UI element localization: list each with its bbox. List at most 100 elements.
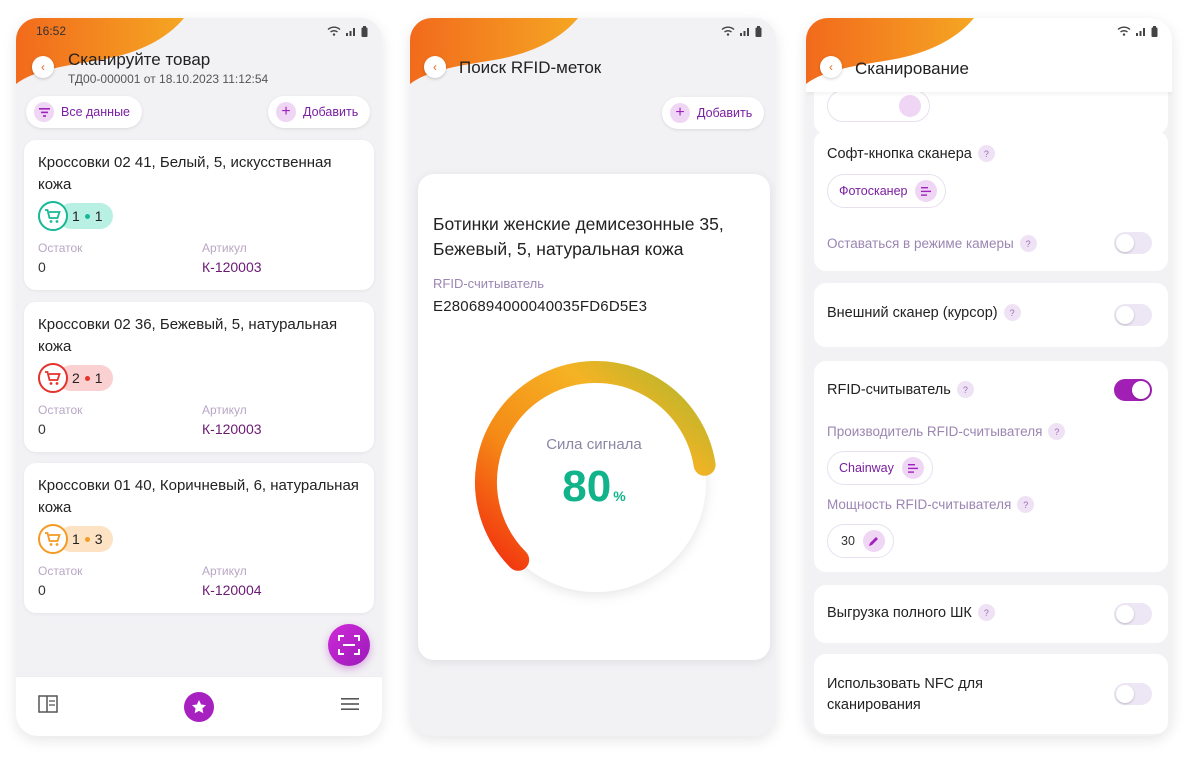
- partial-chip[interactable]: [827, 90, 930, 122]
- nfc-label: Использовать NFC для сканирования: [827, 676, 983, 713]
- battery-icon: [361, 25, 368, 37]
- list-icon: [901, 457, 924, 479]
- stock-value: 0: [38, 421, 46, 437]
- help-icon[interactable]: ?: [1017, 496, 1035, 513]
- scan-fab-button[interactable]: [328, 624, 370, 666]
- status-bar: [410, 18, 776, 44]
- power-editor[interactable]: 30: [827, 524, 894, 558]
- back-button[interactable]: ‹: [820, 56, 842, 78]
- rfid-reader-label: RFID-считыватель: [827, 381, 951, 398]
- manufacturer-value: Chainway: [839, 461, 894, 475]
- help-icon[interactable]: ?: [1003, 304, 1021, 321]
- quantity-badge: 2 1: [38, 363, 113, 393]
- rfid-search-screen: ‹ Поиск RFID-меток + Добавить Ботинки же…: [410, 18, 776, 736]
- signal-icon: [346, 28, 355, 36]
- soft-button-selector[interactable]: Фотосканер: [827, 174, 947, 208]
- page-title: Сканирование: [855, 59, 969, 78]
- battery-icon: [1151, 25, 1158, 37]
- signal-icon: [1136, 28, 1145, 36]
- full-barcode-label: Выгрузка полного ШК: [827, 604, 972, 621]
- scanned-count: 2: [72, 370, 80, 386]
- signal-unit: %: [613, 488, 626, 504]
- nfc-toggle[interactable]: [1114, 683, 1152, 705]
- product-name: Кроссовки 02 36, Бежевый, 5, натуральная…: [38, 316, 338, 355]
- full-barcode-card: Выгрузка полного ШК ?: [814, 585, 1168, 643]
- page-title: Сканируйте товар: [68, 50, 211, 69]
- help-icon[interactable]: ?: [1019, 235, 1037, 252]
- status-time: 16:52: [36, 24, 67, 38]
- stock-label: Остаток: [38, 564, 83, 578]
- scan-goods-screen: 16:52 ‹ Сканируйте товар ТД00-000001 от …: [16, 18, 382, 736]
- product-card[interactable]: Кроссовки 02 41, Белый, 5, искусственная…: [24, 140, 374, 290]
- external-scanner-label: Внешний сканер (курсор): [827, 304, 998, 321]
- expected-count: 1: [94, 208, 103, 224]
- quantity-badge: 1 1: [38, 201, 113, 231]
- help-icon[interactable]: ?: [977, 145, 995, 162]
- tag-epc-code: E2806894000040035FD6D5E3: [433, 298, 648, 315]
- product-name: Кроссовки 02 41, Белый, 5, искусственная…: [38, 154, 332, 193]
- signal-strength: 80%: [418, 462, 770, 512]
- cart-icon: [38, 363, 68, 393]
- back-arrow-icon: ‹: [433, 60, 437, 74]
- hamburger-menu-icon: [341, 698, 359, 710]
- filter-button[interactable]: Все данные: [26, 96, 143, 128]
- catalog-icon: [38, 695, 58, 713]
- product-card[interactable]: Кроссовки 02 36, Бежевый, 5, натуральная…: [24, 302, 374, 452]
- star-icon: [192, 699, 206, 713]
- app-showcase: 16:52 ‹ Сканируйте товар ТД00-000001 от …: [0, 0, 1200, 760]
- manufacturer-selector[interactable]: Chainway: [827, 451, 933, 485]
- signal-label: Сила сигнала: [546, 436, 642, 453]
- document-subtitle: ТД00-000001 от 18.10.2023 11:12:54: [68, 72, 269, 86]
- filter-icon: [34, 102, 54, 122]
- external-scanner-card: Внешний сканер (курсор) ?: [814, 283, 1168, 347]
- scanning-settings-screen: ‹ Сканирование Софт-кнопка сканера ? Фот…: [806, 18, 1172, 736]
- nav-favorites-button[interactable]: [184, 691, 214, 722]
- sku-value: К-120003: [202, 421, 262, 437]
- help-icon[interactable]: ?: [977, 604, 995, 621]
- power-value: 30: [841, 534, 855, 548]
- wifi-icon: [721, 26, 735, 36]
- rfid-reader-toggle[interactable]: [1114, 379, 1152, 401]
- camera-mode-toggle[interactable]: [1114, 232, 1152, 254]
- list-icon: [899, 95, 921, 117]
- sku-label: Артикул: [202, 241, 247, 255]
- full-barcode-toggle[interactable]: [1114, 603, 1152, 625]
- cart-icon: [38, 524, 68, 554]
- status-dot: [84, 536, 90, 542]
- battery-icon: [755, 25, 762, 37]
- add-button[interactable]: + Добавить: [268, 96, 371, 128]
- expected-count: 1: [94, 370, 103, 386]
- back-button[interactable]: ‹: [32, 56, 54, 78]
- bottom-navigation: [16, 676, 382, 736]
- reader-label: RFID-считыватель: [433, 276, 545, 291]
- stock-label: Остаток: [38, 403, 83, 417]
- rfid-reader-card: RFID-считыватель ? Производитель RFID-сч…: [814, 361, 1168, 572]
- nav-catalog-button[interactable]: [38, 695, 58, 718]
- nfc-card: Использовать NFC для сканирования: [814, 654, 1168, 734]
- add-button[interactable]: + Добавить: [662, 97, 765, 129]
- wifi-icon: [1117, 26, 1131, 36]
- help-icon[interactable]: ?: [956, 381, 974, 398]
- nav-menu-button[interactable]: [340, 696, 360, 717]
- sku-value: К-120004: [202, 582, 262, 598]
- stock-value: 0: [38, 259, 46, 275]
- stock-value: 0: [38, 582, 46, 598]
- status-bar: 16:52: [16, 18, 382, 44]
- wifi-icon: [327, 26, 341, 36]
- sku-label: Артикул: [202, 564, 247, 578]
- signal-icon: [740, 28, 749, 36]
- product-card[interactable]: Кроссовки 01 40, Коричневый, 6, натураль…: [24, 463, 374, 613]
- stock-label: Остаток: [38, 241, 83, 255]
- status-bar: [806, 18, 1172, 44]
- product-name: Кроссовки 01 40, Коричневый, 6, натураль…: [38, 477, 359, 516]
- cart-icon: [38, 201, 68, 231]
- external-scanner-toggle[interactable]: [1114, 304, 1152, 326]
- back-button[interactable]: ‹: [424, 56, 446, 78]
- plus-icon: +: [276, 102, 296, 122]
- add-label: Добавить: [697, 106, 753, 120]
- soft-button-label: Софт-кнопка сканера: [827, 145, 972, 162]
- soft-button-value: Фотосканер: [839, 184, 908, 198]
- expected-count: 3: [94, 531, 103, 547]
- help-icon[interactable]: ?: [1048, 423, 1066, 440]
- plus-icon: +: [670, 103, 690, 123]
